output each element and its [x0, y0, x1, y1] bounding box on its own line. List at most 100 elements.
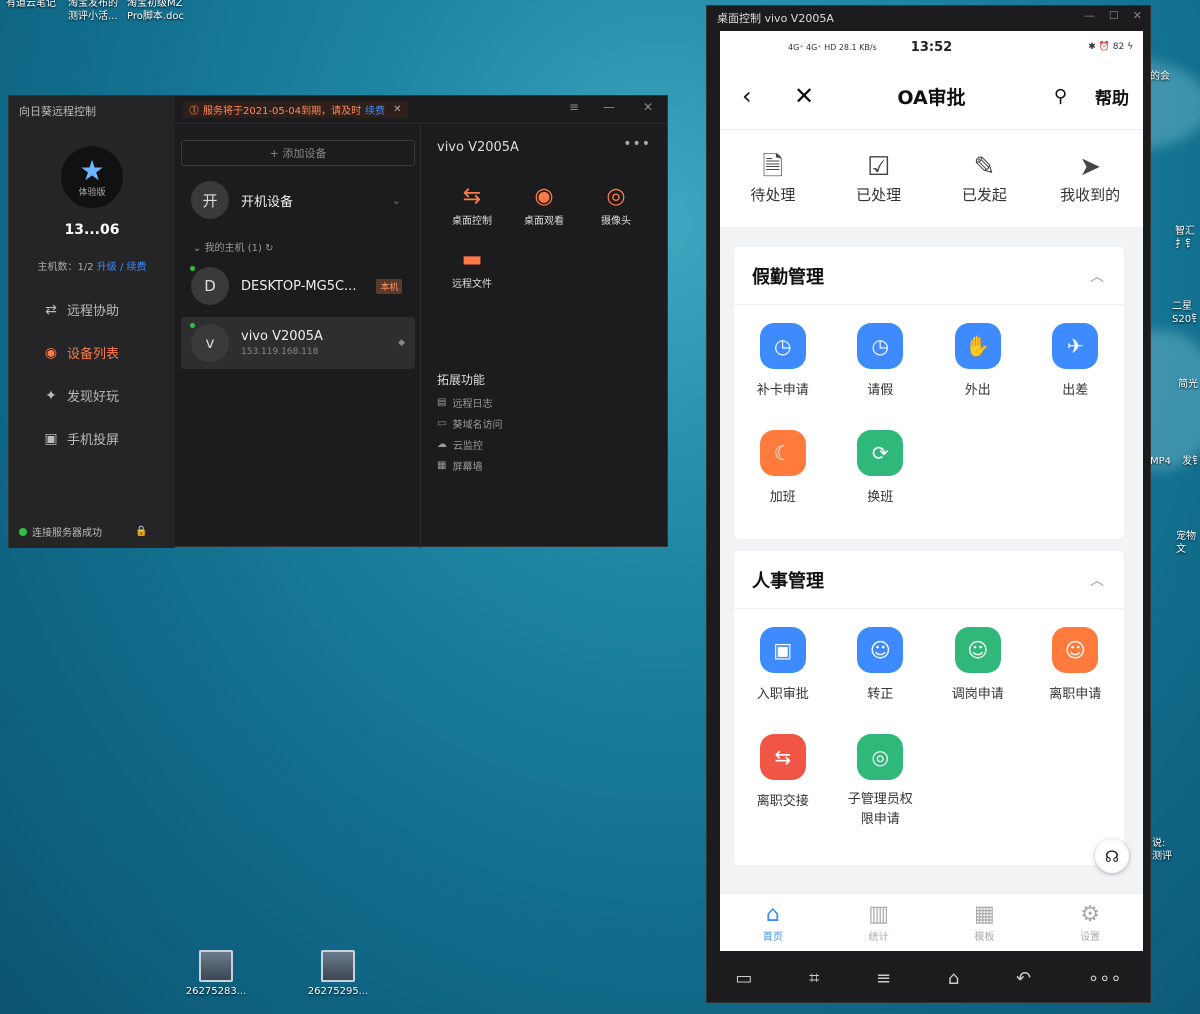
status-bar: 4G⁺ 4G⁺ HD 28.1 KB/s 13:52 ✱ ⏰ 82 ϟ — [720, 31, 1143, 63]
device-name: 开机设备 — [241, 194, 294, 210]
menu-icon[interactable]: ≡ — [876, 968, 891, 989]
more-icon[interactable]: ••• — [623, 136, 651, 152]
item-transfer[interactable]: ☺ 调岗申请 — [929, 627, 1027, 734]
nav-discover[interactable]: ✦ 发现好玩 — [43, 386, 119, 406]
window-controls: — ☐ ✕ — [1084, 9, 1142, 22]
desktop-label[interactable]: 简光 — [1178, 378, 1198, 391]
notice-text: 服务将于2021-05-04到期，请及时 — [203, 106, 362, 117]
tab-settings[interactable]: ⚙ 设置 — [1037, 894, 1143, 951]
attendance-card: 假勤管理 ︿ ◷ 补卡申请 ◷ 请假 ✋ 外出 ✈ 出差 ☾ 加班 ⟳ 换班 — [734, 247, 1124, 539]
desktop-file-icon[interactable]: 26275295... — [307, 950, 369, 997]
desktop-label[interactable]: 有道云笔记 — [6, 0, 56, 10]
chevron-up-icon[interactable]: ︿ — [1090, 570, 1104, 590]
search-icon[interactable]: ⚲ — [1054, 86, 1067, 107]
nav-remote-assist[interactable]: ⇄ 远程协助 — [43, 300, 119, 320]
tab-stats[interactable]: ▥ 统计 — [826, 894, 932, 951]
maximize-icon[interactable]: ☐ — [1109, 9, 1119, 22]
chevron-down-icon[interactable]: ⌄ — [392, 194, 401, 207]
help-button[interactable]: 帮助 — [1095, 84, 1129, 109]
item-business-trip[interactable]: ✈ 出差 — [1027, 323, 1125, 430]
user-id: 13...06 — [64, 222, 120, 238]
item-card-makeup[interactable]: ◷ 补卡申请 — [734, 323, 832, 430]
nav-screen-cast[interactable]: ▣ 手机投屏 — [43, 429, 119, 449]
item-sub-admin[interactable]: ◎ 子管理员权 限申请 — [832, 734, 930, 841]
extension-label: 屏幕墙 — [452, 462, 483, 473]
desktop-label[interactable]: 的会 — [1150, 70, 1170, 83]
item-onboarding[interactable]: ▣ 入职审批 — [734, 627, 832, 734]
item-resignation[interactable]: ☺ 离职申请 — [1027, 627, 1125, 734]
desktop-label[interactable]: 发钅 — [1182, 455, 1200, 468]
item-shift-swap[interactable]: ⟳ 换班 — [832, 430, 930, 537]
group-header[interactable]: ⌄ 我的主机 (1) ↻ — [193, 239, 273, 254]
upgrade-link[interactable]: 升级 / 续费 — [97, 262, 147, 273]
minimize-icon[interactable]: — — [603, 100, 615, 114]
extension-cloud-monitor[interactable]: ☁ 云监控 — [437, 437, 483, 452]
crop-icon[interactable]: ⌗ — [809, 968, 819, 989]
item-regularization[interactable]: ☺ 转正 — [832, 627, 930, 734]
screenshot-icon[interactable]: ▭ — [735, 968, 752, 989]
item-handover[interactable]: ⇆ 离职交接 — [734, 734, 832, 841]
minimize-icon[interactable]: — — [1084, 9, 1095, 22]
desktop-label[interactable]: 淘宝初级MZ Pro脚本.doc — [127, 0, 184, 23]
gear-icon: ⚙ — [1080, 902, 1100, 927]
handover-icon: ⇆ — [759, 734, 806, 780]
item-leave[interactable]: ◷ 请假 — [832, 323, 930, 430]
item-outing[interactable]: ✋ 外出 — [929, 323, 1027, 430]
lock-icon[interactable]: 🔒 — [135, 526, 147, 537]
section-header[interactable]: 人事管理 ︿ — [734, 551, 1124, 609]
camera-button[interactable]: ◎ 摄像头 — [581, 182, 651, 227]
extension-screen-wall[interactable]: ▦ 屏幕墙 — [437, 458, 482, 473]
home-icon[interactable]: ⌂ — [948, 968, 959, 989]
close-notice-icon[interactable]: ✕ — [393, 104, 401, 115]
discover-icon: ✦ — [45, 387, 57, 404]
desktop-view-button[interactable]: ◉ 桌面观看 — [509, 182, 579, 227]
device-item-selected[interactable]: v vivo V2005A 153.119.168.118 ◆ — [181, 317, 415, 369]
avatar[interactable]: ★ 体验版 — [61, 146, 123, 208]
desktop-label[interactable]: 说: 测评 — [1152, 837, 1172, 863]
device-item[interactable]: D DESKTOP-MG5C... 本机 — [181, 260, 415, 312]
close-icon[interactable]: ✕ — [643, 100, 653, 114]
customer-service-icon[interactable]: ☊ — [1095, 839, 1129, 873]
device-ip: 153.119.168.118 — [241, 347, 319, 357]
add-device-button[interactable]: + 添加设备 — [181, 140, 415, 166]
log-icon: ▤ — [437, 397, 447, 408]
section-header[interactable]: 假勤管理 ︿ — [734, 247, 1124, 305]
send-icon: ➤ — [1079, 152, 1102, 182]
quick-pending[interactable]: 🗎 待处理 — [720, 130, 826, 227]
outing-icon: ✋ — [954, 323, 1001, 369]
more-icon[interactable]: ∘∘∘ — [1088, 968, 1122, 989]
desktop-label[interactable]: 淘宝发布的 测评小活... — [68, 0, 118, 23]
nav-device-list[interactable]: ◉ 设备列表 — [43, 343, 119, 363]
desktop-file-icon[interactable]: 26275283... — [185, 950, 247, 997]
desktop-label[interactable]: MP4 — [1150, 455, 1171, 468]
quick-initiated[interactable]: ✎ 已发起 — [932, 130, 1038, 227]
item-label: 出差 — [1062, 383, 1089, 398]
remote-file-button[interactable]: ▬ 远程文件 — [437, 245, 507, 290]
quick-label: 待处理 — [750, 186, 796, 204]
desktop-label[interactable]: 二星 S20钅 — [1172, 300, 1200, 326]
desktop-label[interactable]: 宠物 文 — [1176, 530, 1196, 556]
renew-link[interactable]: 续费 — [365, 102, 385, 117]
back-icon[interactable]: ↶ — [1016, 968, 1031, 989]
chevron-up-icon[interactable]: ︿ — [1090, 266, 1104, 286]
desktop-control-button[interactable]: ⇆ 桌面控制 — [437, 182, 507, 227]
screen-cast-icon: ▣ — [44, 430, 58, 447]
home-icon: ⌂ — [765, 902, 780, 927]
quick-processed[interactable]: ☑ 已处理 — [826, 130, 932, 227]
item-overtime[interactable]: ☾ 加班 — [734, 430, 832, 537]
refresh-icon[interactable]: ↻ — [265, 243, 273, 254]
quick-received[interactable]: ➤ 我收到的 — [1037, 130, 1143, 227]
extension-remote-log[interactable]: ▤ 远程日志 — [437, 395, 492, 410]
tab-templates[interactable]: ▦ 模板 — [932, 894, 1038, 951]
extension-domain-access[interactable]: ▭ 葵域名访问 — [437, 416, 502, 431]
menu-icon[interactable]: ≡ — [569, 100, 579, 114]
power-on-device-item[interactable]: 开 开机设备 ⌄ — [181, 174, 415, 226]
back-icon[interactable]: ‹ — [742, 82, 752, 110]
close-icon[interactable]: ✕ — [1133, 9, 1142, 22]
close-icon[interactable]: ✕ — [794, 82, 814, 110]
desktop-label[interactable]: 智汇 扌钅 — [1175, 225, 1195, 251]
chart-icon: ▥ — [868, 902, 890, 927]
tab-home[interactable]: ⌂ 首页 — [720, 894, 826, 951]
pending-icon: 🗎 — [762, 152, 784, 182]
plane-icon: ✈ — [1052, 323, 1099, 369]
